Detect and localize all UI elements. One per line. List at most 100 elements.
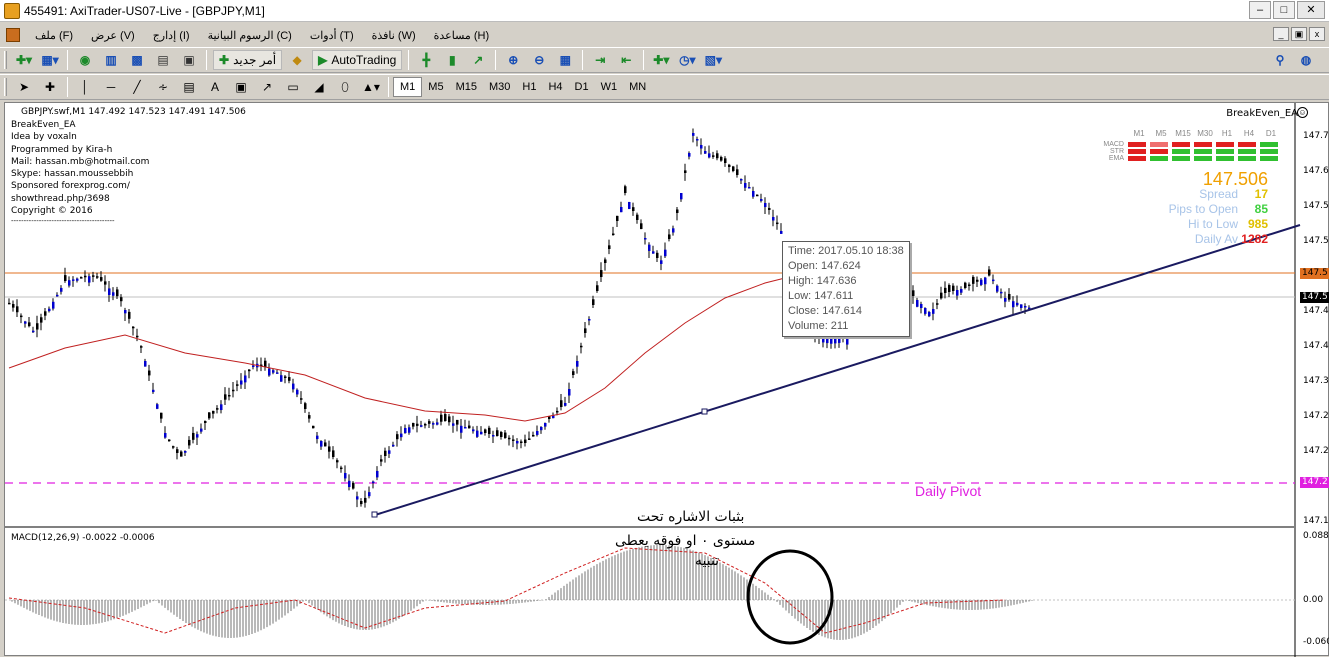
metaeditor-icon[interactable]: ◆ bbox=[286, 50, 308, 70]
ea-name-label: BreakEven_EA bbox=[1226, 108, 1298, 119]
candle-body bbox=[476, 430, 479, 437]
mdi-restore-button[interactable]: ▣ bbox=[1291, 27, 1307, 41]
tf-h4[interactable]: H4 bbox=[542, 77, 568, 97]
line-chart-icon[interactable]: ↗ bbox=[467, 50, 489, 70]
candle-body bbox=[912, 290, 915, 296]
new-order-button[interactable]: ✚ أمر جديد bbox=[213, 50, 283, 70]
candle-body bbox=[352, 482, 355, 489]
annotation-line-3: تنبيه bbox=[695, 553, 720, 569]
ellipse-icon[interactable]: ⬯ bbox=[334, 77, 356, 97]
menu-tools[interactable]: أدوات (T) bbox=[301, 29, 363, 42]
text-label-icon[interactable]: ▣ bbox=[230, 77, 252, 97]
periods-icon[interactable]: ◷▾ bbox=[676, 50, 698, 70]
data-window-icon[interactable]: ▥ bbox=[100, 50, 122, 70]
tf-w1[interactable]: W1 bbox=[595, 77, 624, 97]
zoom-in-icon[interactable]: ⊕ bbox=[502, 50, 524, 70]
trendline-icon[interactable]: ╱ bbox=[126, 77, 148, 97]
candle-body bbox=[772, 217, 775, 221]
drawing-toolbar: ➤ ✚ │ ─ ╱ ∻ ▤ A ▣ ↗ ▭ ◢ ⬯ ▲▾ M1 M5 M15 M… bbox=[0, 74, 1329, 100]
candle-body bbox=[834, 337, 837, 344]
candlestick-icon[interactable]: ▮ bbox=[441, 50, 463, 70]
menu-file[interactable]: ملف (F) bbox=[26, 29, 82, 42]
price-axis-label: 147.10 bbox=[1303, 516, 1329, 526]
candle-body bbox=[240, 380, 243, 385]
info-line: Copyright © 2016 bbox=[11, 206, 93, 217]
tf-d1[interactable]: D1 bbox=[569, 77, 595, 97]
minimize-button[interactable]: – bbox=[1249, 1, 1271, 19]
channel-icon[interactable]: ∻ bbox=[152, 77, 174, 97]
candle-body bbox=[212, 410, 215, 414]
menu-help[interactable]: مساعدة (H) bbox=[425, 29, 499, 42]
tf-m30[interactable]: M30 bbox=[483, 77, 516, 97]
market-watch-icon[interactable]: ◉ bbox=[74, 50, 96, 70]
menu-insert[interactable]: إدارج (I) bbox=[144, 29, 199, 42]
candle-body bbox=[88, 276, 91, 283]
close-button[interactable]: ✕ bbox=[1297, 1, 1325, 19]
navigator-icon[interactable]: ▩ bbox=[126, 50, 148, 70]
mdi-minimize-button[interactable]: _ bbox=[1273, 27, 1289, 41]
horizontal-line-icon[interactable]: ─ bbox=[100, 77, 122, 97]
autotrading-button[interactable]: ▶ AutoTrading bbox=[312, 50, 403, 70]
indicators-icon[interactable]: ✚▾ bbox=[650, 50, 672, 70]
tf-h1[interactable]: H1 bbox=[516, 77, 542, 97]
candle-body bbox=[1012, 301, 1015, 308]
auto-scroll-icon[interactable]: ⇥ bbox=[589, 50, 611, 70]
bar-chart-icon[interactable]: ╋ bbox=[415, 50, 437, 70]
rectangle-icon[interactable]: ▭ bbox=[282, 77, 304, 97]
shapes-menu-icon[interactable]: ▲▾ bbox=[360, 77, 382, 97]
terminal-icon[interactable]: ▤ bbox=[152, 50, 174, 70]
candle-body bbox=[528, 438, 531, 440]
community-icon[interactable]: ◍ bbox=[1295, 50, 1317, 70]
tf-mn[interactable]: MN bbox=[623, 77, 652, 97]
arrows-icon[interactable]: ↗ bbox=[256, 77, 278, 97]
tf-m5[interactable]: M5 bbox=[422, 77, 449, 97]
candle-body bbox=[76, 278, 79, 281]
candle-body bbox=[736, 169, 739, 175]
vertical-line-icon[interactable]: │ bbox=[74, 77, 96, 97]
search-icon[interactable]: ⚲ bbox=[1269, 50, 1291, 70]
menu-view[interactable]: عرض (V) bbox=[82, 29, 144, 42]
candle-body bbox=[776, 222, 779, 225]
candle-body bbox=[952, 285, 955, 291]
candle-body bbox=[376, 470, 379, 478]
candle-body bbox=[1000, 291, 1003, 294]
menu-charts[interactable]: الرسوم البيانية (C) bbox=[199, 29, 301, 42]
new-chart-icon[interactable]: ✚▾ bbox=[13, 50, 35, 70]
candle-body bbox=[48, 308, 51, 312]
candle-body bbox=[304, 403, 307, 409]
templates-icon[interactable]: ▧▾ bbox=[702, 50, 724, 70]
tile-windows-icon[interactable]: ▦ bbox=[554, 50, 576, 70]
candle-body bbox=[556, 410, 559, 413]
candle-body bbox=[748, 187, 751, 189]
new-order-label: أمر جديد bbox=[233, 53, 277, 67]
tf-m1[interactable]: M1 bbox=[393, 77, 423, 97]
candle-body bbox=[688, 153, 691, 157]
maximize-button[interactable]: □ bbox=[1273, 1, 1295, 19]
strategy-tester-icon[interactable]: ▣ bbox=[178, 50, 200, 70]
candle-body bbox=[412, 423, 415, 427]
chart-shift-icon[interactable]: ⇤ bbox=[615, 50, 637, 70]
candle-body bbox=[52, 301, 55, 309]
mdi-close-button[interactable]: x bbox=[1309, 27, 1325, 41]
candle-body bbox=[8, 302, 11, 305]
cursor-icon[interactable]: ➤ bbox=[13, 77, 35, 97]
fibo-fan-icon[interactable]: ◢ bbox=[308, 77, 330, 97]
profiles-icon[interactable]: ▦▾ bbox=[39, 50, 61, 70]
chart-symbol-line: GBPJPY.swf,M1 147.492 147.523 147.491 14… bbox=[21, 107, 246, 117]
fibonacci-icon[interactable]: ▤ bbox=[178, 77, 200, 97]
chart-window[interactable]: GBPJPY.swf,M1 147.492 147.523 147.491 14… bbox=[4, 102, 1329, 657]
tooltip-open: Open: 147.624 bbox=[788, 260, 861, 272]
candle-body bbox=[720, 156, 723, 161]
candle-body bbox=[36, 323, 39, 330]
candle-body bbox=[600, 270, 603, 277]
zoom-out-icon[interactable]: ⊖ bbox=[528, 50, 550, 70]
candle-body bbox=[1008, 293, 1011, 300]
tooltip-close: Close: 147.614 bbox=[788, 305, 862, 317]
menu-window[interactable]: نافذة (W) bbox=[363, 29, 425, 42]
tf-m15[interactable]: M15 bbox=[450, 77, 483, 97]
candle-body bbox=[580, 345, 583, 348]
candle-body bbox=[116, 289, 119, 297]
crosshair-icon[interactable]: ✚ bbox=[39, 77, 61, 97]
candle-body bbox=[328, 446, 331, 452]
text-icon[interactable]: A bbox=[204, 77, 226, 97]
